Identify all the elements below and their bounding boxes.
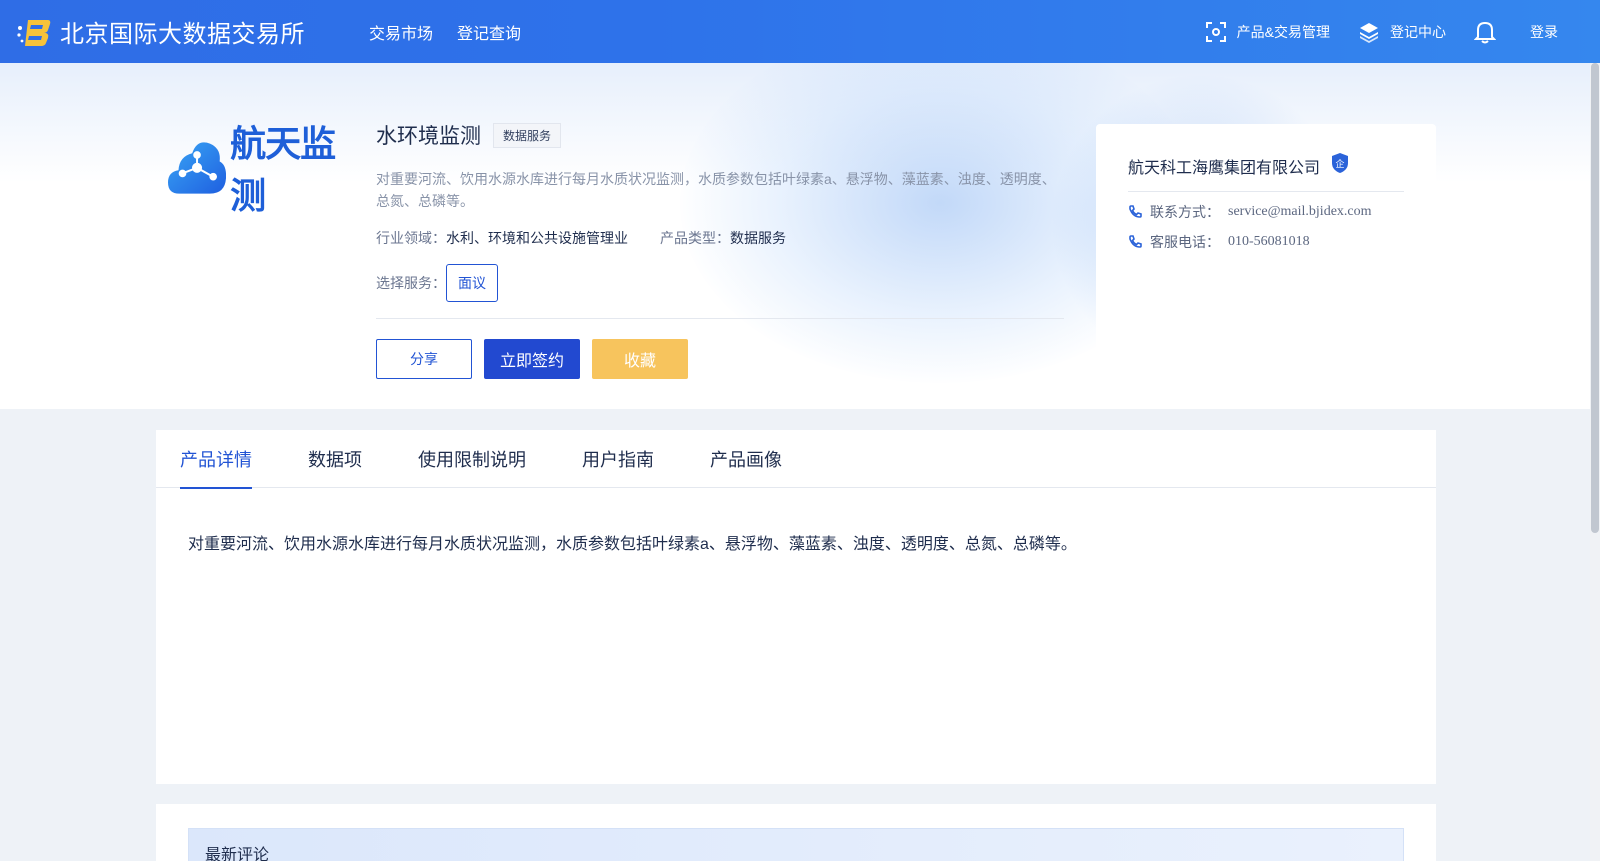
enterprise-badge-icon: 企 [1330,152,1350,179]
service-row: 选择服务： 面议 [376,264,1064,302]
header-right: 产品&交易管理 登记中心 登录 [1177,0,1558,63]
product-type-field: 产品类型：数据服务 [660,228,786,248]
nav-item-market[interactable]: 交易市场 [369,20,433,44]
top-header: 北京国际大数据交易所 交易市场 登记查询 产品&交易管理 登记中心 登录 [0,0,1600,63]
product-logo: 航天监测 [168,124,343,217]
scan-icon [1205,21,1226,42]
company-divider [1128,191,1404,192]
cloud-network-icon [168,142,227,194]
service-option-button[interactable]: 面议 [446,264,498,302]
product-tag: 数据服务 [493,122,562,148]
product-description: 对重要河流、饮用水源水库进行每月水质状况监测，水质参数包括叶绿素a、悬浮物、藻蓝… [376,171,1056,209]
phone-icon [1129,205,1142,218]
divider [376,318,1064,319]
phone-icon [1129,235,1142,248]
contact-label: 联系方式： [1150,204,1220,220]
phone-value: 010-56081018 [1228,234,1310,249]
company-name-row: 航天科工海鹰集团有限公司 企 [1128,152,1404,179]
register-center-label: 登记中心 [1390,23,1446,40]
comments-section: 最新评论 [156,804,1436,861]
tab-usage-restrictions[interactable]: 使用限制说明 [418,430,526,488]
comments-title: 最新评论 [188,828,1404,861]
bell-icon [1474,21,1496,43]
tab-product-profile[interactable]: 产品画像 [710,430,782,488]
login-link[interactable]: 登录 [1530,22,1558,42]
brand-title: 北京国际大数据交易所 [60,21,305,48]
enterprise-badge-text: 企 [1336,158,1345,170]
meta-row: 行业领域：水利、环境和公共设施管理业 产品类型：数据服务 [376,228,1064,248]
register-center-link[interactable]: 登记中心 [1358,21,1446,43]
brand[interactable]: 北京国际大数据交易所 [16,14,305,49]
tab-content: 对重要河流、饮用水源水库进行每月水质状况监测，水质参数包括叶绿素a、悬浮物、藻蓝… [188,536,1077,553]
company-card: 航天科工海鹰集团有限公司 企 联系方式： service@mail.bjidex… [1096,124,1436,409]
top-nav: 交易市场 登记查询 [369,20,521,44]
scrollbar-thumb[interactable] [1591,63,1599,533]
phone-line: 客服电话： 010-56081018 [1128,232,1404,252]
title-row: 水环境监测 数据服务 [376,120,1064,150]
brand-logo-icon [16,16,52,48]
detail-panel: 产品详情 数据项 使用限制说明 用户指南 产品画像 对重要河流、饮用水源水库进行… [156,430,1436,784]
industry-label: 行业领域： [376,230,446,246]
product-title: 水环境监测 [376,125,481,148]
layers-icon [1360,22,1378,43]
notification-button[interactable] [1474,20,1506,44]
product-logo-text: 航天监测 [230,124,336,217]
page-scrollbar[interactable] [1590,63,1600,861]
tab-data-items[interactable]: 数据项 [308,430,362,488]
nav-item-register-query[interactable]: 登记查询 [457,20,521,44]
contact-value[interactable]: service@mail.bjidex.com [1228,204,1372,220]
tab-user-guide[interactable]: 用户指南 [582,430,654,488]
company-name[interactable]: 航天科工海鹰集团有限公司 [1128,154,1320,178]
industry-value: 水利、环境和公共设施管理业 [446,230,628,246]
product-info: 水环境监测 数据服务 对重要河流、饮用水源水库进行每月水质状况监测，水质参数包括… [376,120,1064,379]
product-type-value: 数据服务 [730,230,786,246]
product-mgmt-link[interactable]: 产品&交易管理 [1205,21,1330,43]
sign-now-button[interactable]: 立即签约 [484,339,580,379]
favorite-button[interactable]: 收藏 [592,339,688,379]
product-type-label: 产品类型： [660,230,730,246]
contact-line: 联系方式： service@mail.bjidex.com [1128,202,1404,222]
product-mgmt-label: 产品&交易管理 [1236,23,1330,40]
industry-field: 行业领域：水利、环境和公共设施管理业 [376,228,628,248]
tab-product-details[interactable]: 产品详情 [180,430,252,489]
action-row: 分享 立即签约 收藏 [376,339,1064,379]
phone-label: 客服电话： [1150,234,1220,250]
service-label: 选择服务： [376,275,446,291]
share-button[interactable]: 分享 [376,339,472,379]
login-label: 登录 [1530,23,1558,40]
detail-tabs: 产品详情 数据项 使用限制说明 用户指南 产品画像 [156,430,1436,489]
product-hero: 航天监测 水环境监测 数据服务 对重要河流、饮用水源水库进行每月水质状况监测，水… [0,63,1600,409]
